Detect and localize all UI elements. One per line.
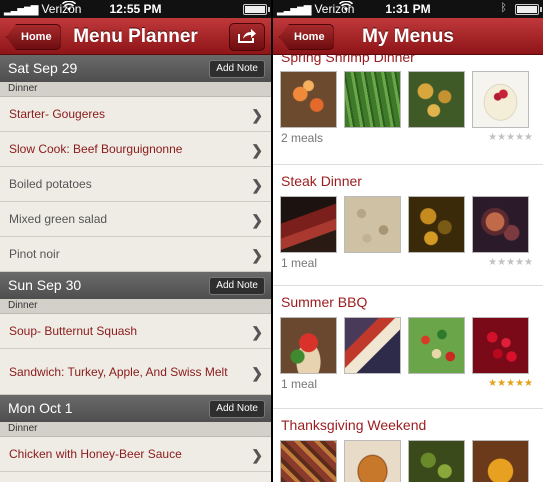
chevron-right-icon: ❯ xyxy=(251,447,263,463)
day-date: Mon Oct 1 xyxy=(8,400,73,416)
star-icon: ★ xyxy=(524,378,533,389)
day-date: Sat Sep 29 xyxy=(8,60,78,76)
menu-card[interactable]: Spring Shrimp Dinner 2 meals ★★★★★ xyxy=(273,55,543,165)
item-label: Starter- Gougeres xyxy=(9,107,106,121)
battery-icon xyxy=(243,4,270,15)
star-icon: ★ xyxy=(488,378,498,389)
chevron-right-icon: ❯ xyxy=(251,177,263,193)
meal-count: 1 meal xyxy=(281,377,318,391)
dish-photo xyxy=(280,440,337,482)
list-item[interactable]: Slow Cook: Beef Bourguignonne ❯ xyxy=(0,132,271,167)
menu-card[interactable]: Thanksgiving Weekend xyxy=(273,409,543,482)
star-icon: ★ xyxy=(506,378,516,389)
status-time: 12:55 PM xyxy=(109,2,162,16)
salad-photo xyxy=(408,317,465,374)
meal-count: 1 meal xyxy=(281,256,318,270)
chevron-right-icon: ❯ xyxy=(251,324,263,340)
star-icon: ★ xyxy=(497,378,507,389)
item-label: Pinot noir xyxy=(9,247,60,261)
menu-card[interactable]: Steak Dinner 1 meal ★★★★★ xyxy=(273,165,543,286)
star-icon: ★ xyxy=(515,132,525,143)
my-menus-screen: ▂▃▅▆▇ Verizon 1:31 PM ᛒ Home My Menus Spr… xyxy=(273,0,543,482)
meal-label: Dinner xyxy=(0,299,271,314)
item-label: Slow Cook: Beef Bourguignonne xyxy=(9,142,183,156)
add-note-button[interactable]: Add Note xyxy=(209,277,265,295)
menu-card[interactable]: Summer BBQ 1 meal ★★★★★ xyxy=(273,286,543,409)
steak-photo xyxy=(280,196,337,253)
potatoes-photo xyxy=(408,71,465,128)
item-label: Sandwich: Turkey, Apple, And Swiss Melt xyxy=(9,364,228,379)
chevron-right-icon: ❯ xyxy=(251,212,263,228)
asparagus-photo xyxy=(344,71,401,128)
day-header: Sun Sep 30 Add Note xyxy=(0,272,271,299)
status-bar: ▂▃▅▆▇ Verizon 12:55 PM xyxy=(0,0,271,18)
add-note-button[interactable]: Add Note xyxy=(209,60,265,78)
star-icon: ★ xyxy=(497,132,507,143)
pie-photo xyxy=(472,440,529,482)
star-icon: ★ xyxy=(515,257,525,268)
chevron-right-icon: ❯ xyxy=(251,364,263,381)
share-icon xyxy=(238,29,256,43)
item-label: Soup- Butternut Squash xyxy=(9,324,138,338)
list-item[interactable]: Mixed green salad ❯ xyxy=(0,202,271,237)
meal-label: Dinner xyxy=(0,82,271,97)
menus-list: Spring Shrimp Dinner 2 meals ★★★★★ Steak… xyxy=(273,55,543,482)
rating-stars[interactable]: ★★★★★ xyxy=(488,378,533,389)
planner-list: Sat Sep 29 Add Note Dinner Starter- Goug… xyxy=(0,55,271,482)
rating-stars[interactable]: ★★★★★ xyxy=(488,257,533,268)
status-bar: ▂▃▅▆▇ Verizon 1:31 PM ᛒ xyxy=(273,0,543,18)
day-header: Mon Oct 1 Add Note xyxy=(0,395,271,422)
nav-bar: Home Menu Planner xyxy=(0,18,271,55)
star-icon: ★ xyxy=(488,257,498,268)
figs-photo xyxy=(472,196,529,253)
menu-title: Spring Shrimp Dinner xyxy=(281,55,415,65)
star-icon: ★ xyxy=(506,257,516,268)
shrimp-photo xyxy=(280,71,337,128)
item-label: Boiled potatoes xyxy=(9,177,92,191)
tomato-salad-photo xyxy=(280,317,337,374)
meal-count: 2 meals xyxy=(281,131,324,145)
brussels-sprouts-photo xyxy=(408,196,465,253)
grilled-meat-photo xyxy=(344,317,401,374)
share-button[interactable] xyxy=(229,23,265,51)
nav-bar: Home My Menus xyxy=(273,18,543,55)
star-icon: ★ xyxy=(524,132,533,143)
chevron-right-icon: ❯ xyxy=(251,107,263,123)
item-label: Chicken with Honey-Beer Sauce xyxy=(9,447,182,461)
day-date: Sun Sep 30 xyxy=(8,277,82,293)
risotto-photo xyxy=(344,196,401,253)
item-label: Mixed green salad xyxy=(9,212,108,226)
panna-cotta-photo xyxy=(472,71,529,128)
list-item[interactable]: Chicken with Honey-Beer Sauce ❯ xyxy=(0,437,271,472)
menu-title: Steak Dinner xyxy=(281,173,362,189)
green-vegetables-photo xyxy=(408,440,465,482)
star-icon: ★ xyxy=(497,257,507,268)
battery-icon xyxy=(515,4,542,15)
list-item[interactable]: Pinot noir ❯ xyxy=(0,237,271,272)
list-item[interactable]: Boiled potatoes ❯ xyxy=(0,167,271,202)
bluetooth-icon: ᛒ xyxy=(500,2,507,14)
list-item[interactable]: Starter- Gougeres ❯ xyxy=(0,97,271,132)
turkey-photo xyxy=(344,440,401,482)
chevron-right-icon: ❯ xyxy=(251,142,263,158)
page-title: My Menus xyxy=(362,26,454,47)
day-header: Sat Sep 29 Add Note xyxy=(0,55,271,82)
star-icon: ★ xyxy=(515,378,525,389)
meal-label: Dinner xyxy=(0,422,271,437)
rating-stars[interactable]: ★★★★★ xyxy=(488,132,533,143)
list-item[interactable]: Sandwich: Turkey, Apple, And Swiss Melt ❯ xyxy=(0,349,271,395)
list-item[interactable]: Soup- Butternut Squash ❯ xyxy=(0,314,271,349)
chevron-right-icon: ❯ xyxy=(251,247,263,263)
star-icon: ★ xyxy=(506,132,516,143)
strawberry-tart-photo xyxy=(472,317,529,374)
star-icon: ★ xyxy=(488,132,498,143)
menu-title: Thanksgiving Weekend xyxy=(281,417,427,433)
add-note-button[interactable]: Add Note xyxy=(209,400,265,418)
star-icon: ★ xyxy=(524,257,533,268)
menu-title: Summer BBQ xyxy=(281,294,368,310)
menu-planner-screen: ▂▃▅▆▇ Verizon 12:55 PM Home Menu Planner … xyxy=(0,0,271,482)
